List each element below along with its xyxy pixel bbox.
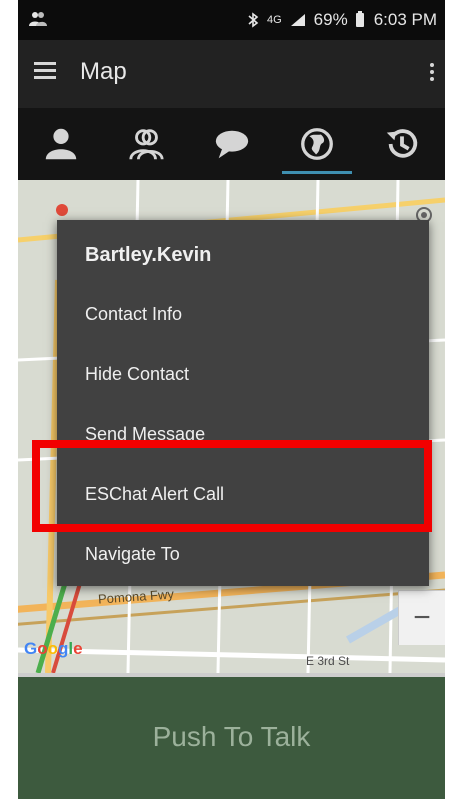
menu-item-contact-info[interactable]: Contact Info (85, 304, 182, 325)
history-icon (387, 129, 418, 158)
app-bar: Map (18, 40, 445, 108)
zoom-out-button[interactable]: − (398, 590, 445, 645)
battery-percent: 69% (313, 10, 348, 29)
tab-bar (18, 108, 445, 180)
network-type: 4G (266, 14, 282, 26)
signal-icon (290, 14, 305, 26)
globe-icon (301, 128, 333, 160)
hamburger-icon[interactable] (34, 62, 56, 80)
phone-screen: 4G 69% 6:03 PM Map Pomona Fwy E 3rd St −… (18, 0, 445, 799)
tab-contact[interactable] (18, 108, 103, 180)
chat-bubble-icon (215, 130, 248, 159)
overflow-menu-icon[interactable] (429, 60, 435, 84)
menu-item-navigate-to[interactable]: Navigate To (85, 544, 180, 565)
battery-icon (355, 11, 364, 27)
push-to-talk-button[interactable]: Push To Talk (18, 677, 445, 799)
status-right: 4G 69% 6:03 PM (247, 10, 437, 30)
tab-groups[interactable] (103, 108, 188, 180)
tab-messages[interactable] (189, 108, 274, 180)
map-label-e-3rd-st: E 3rd St (306, 654, 350, 668)
push-to-talk-label: Push To Talk (152, 721, 311, 752)
people-icon (29, 12, 47, 26)
context-menu-title: Bartley.Kevin (85, 244, 212, 266)
person-icon (45, 128, 76, 160)
tab-history[interactable] (360, 108, 445, 180)
bluetooth-icon (248, 12, 259, 28)
google-logo: Google (24, 639, 83, 658)
tab-map[interactable] (274, 108, 359, 180)
highlight-frame (32, 440, 432, 532)
screen-title: Map (80, 58, 127, 85)
menu-item-hide-contact[interactable]: Hide Contact (85, 364, 189, 385)
group-icon (129, 129, 164, 160)
status-bar: 4G 69% 6:03 PM (18, 0, 445, 40)
clock: 6:03 PM (373, 10, 437, 29)
